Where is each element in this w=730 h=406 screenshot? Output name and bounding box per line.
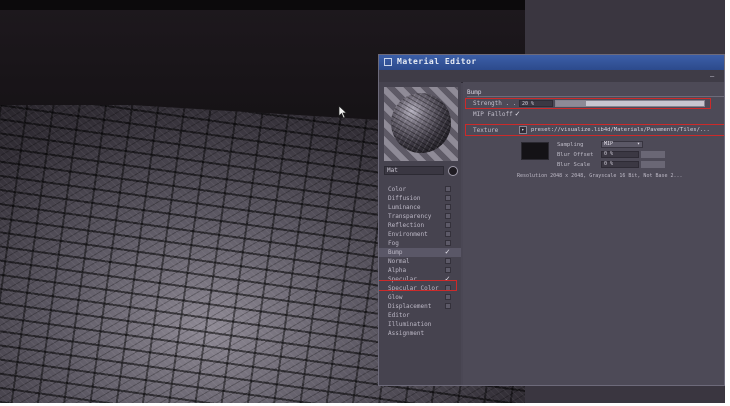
texture-menu-button[interactable]: ▸ (519, 126, 527, 134)
channel-checkbox[interactable] (445, 222, 451, 228)
channel-label: Environment (388, 231, 428, 238)
channel-label: Editor (388, 312, 410, 319)
channel-label: Glow (388, 294, 403, 301)
blur-offset-input[interactable]: 0 % (601, 151, 639, 158)
channel-normal[interactable]: Normal (379, 257, 461, 266)
channel-checkbox[interactable] (445, 195, 451, 201)
channel-label: Luminance (388, 204, 421, 211)
strength-slider-fill (556, 101, 586, 106)
channel-checkbox[interactable] (445, 213, 451, 219)
channel-label: Fog (388, 240, 399, 247)
blur-scale-label: Blur Scale (557, 162, 591, 168)
channel-label: Illumination (388, 321, 432, 328)
window-icon (384, 58, 392, 66)
sampling-label: Sampling (557, 142, 584, 148)
channel-glow[interactable]: Glow (379, 293, 461, 302)
channel-checkbox[interactable] (445, 258, 451, 264)
section-title: Bump (467, 89, 482, 96)
channel-checkbox[interactable] (445, 204, 451, 210)
material-name-field[interactable]: Mat (384, 166, 444, 175)
channel-label: Reflection (388, 222, 425, 229)
title-bar[interactable]: Material Editor (379, 55, 724, 70)
blur-scale-input[interactable]: 0 % (601, 161, 639, 168)
channel-label: Alpha (388, 267, 407, 274)
section-divider (467, 96, 724, 97)
channel-checkbox[interactable] (445, 294, 451, 300)
channel-reflection[interactable]: Reflection (379, 221, 461, 230)
texture-resolution-info: Resolution 2048 x 2048, Grayscale 16 Bit… (517, 173, 683, 179)
channel-bump[interactable]: Bump ✓ (379, 247, 461, 257)
channel-label: Diffusion (388, 195, 421, 202)
material-editor-window[interactable]: Material Editor – Mat Color Diffusion Lu… (378, 54, 725, 386)
check-icon[interactable]: ✓ (445, 247, 450, 256)
channel-label: Assignment (388, 330, 425, 337)
channel-checkbox[interactable] (445, 303, 451, 309)
channel-luminance[interactable]: Luminance (379, 203, 461, 212)
strength-slider[interactable] (555, 100, 705, 107)
sampling-value: MIP (604, 141, 614, 147)
channel-assignment[interactable]: Assignment (379, 329, 461, 338)
texture-path-field[interactable]: preset://visualize.lib4d/Materials/Pavem… (531, 126, 724, 134)
channel-label: Bump (388, 249, 403, 256)
channel-color[interactable]: Color (379, 185, 461, 194)
channel-checkbox[interactable] (445, 267, 451, 273)
material-preview[interactable] (384, 87, 458, 161)
bump-channel-highlight (379, 280, 457, 291)
channel-checkbox[interactable] (445, 240, 451, 246)
blur-offset-slider[interactable] (641, 151, 665, 158)
strength-label: Strength . . . (473, 100, 524, 107)
mip-falloff-label: MIP Falloff (473, 111, 513, 118)
channel-diffusion[interactable]: Diffusion (379, 194, 461, 203)
channel-transparency[interactable]: Transparency (379, 212, 461, 221)
sampling-dropdown[interactable]: MIP ▾ (601, 141, 643, 148)
channel-label: Transparency (388, 213, 432, 220)
chevron-down-icon: ▾ (636, 141, 640, 147)
minimize-button[interactable]: – (710, 72, 714, 80)
preview-sphere-texture (391, 93, 451, 153)
material-options-button[interactable] (448, 166, 458, 176)
channel-label: Color (388, 186, 407, 193)
channel-panel: Mat Color Diffusion Luminance Transparen… (379, 82, 461, 385)
channel-checkbox[interactable] (445, 186, 451, 192)
channel-environment[interactable]: Environment (379, 230, 461, 239)
channel-checkbox[interactable] (445, 231, 451, 237)
channel-editor[interactable]: Editor (379, 311, 461, 320)
channel-illumination[interactable]: Illumination (379, 320, 461, 329)
blur-offset-label: Blur Offset (557, 152, 594, 158)
channel-label: Displacement (388, 303, 432, 310)
strength-input[interactable]: 20 % (519, 100, 553, 107)
mouse-cursor-icon (338, 105, 348, 119)
mip-falloff-checkbox[interactable]: ✓ (515, 109, 520, 118)
texture-thumbnail[interactable] (521, 142, 549, 160)
channel-label: Normal (388, 258, 410, 265)
texture-label: Texture (473, 127, 499, 134)
blur-scale-slider[interactable] (641, 161, 665, 168)
channel-displacement[interactable]: Displacement (379, 302, 461, 311)
window-title: Material Editor (397, 57, 477, 66)
